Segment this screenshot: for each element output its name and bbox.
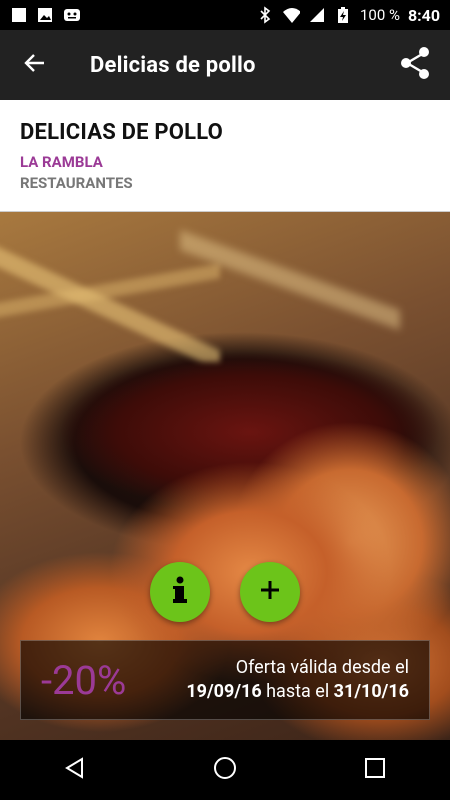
offer-between: hasta el — [261, 681, 334, 702]
share-icon — [399, 46, 431, 84]
app-bar-title: Delicias de pollo — [90, 52, 256, 78]
info-icon — [168, 575, 192, 609]
square-recents-icon — [364, 757, 386, 783]
offer-from-date: 19/09/16 — [186, 681, 262, 702]
back-button[interactable] — [0, 30, 70, 100]
discount-value: -20% — [41, 656, 127, 704]
offer-validity: Oferta válida desde el 19/09/16 hasta el… — [161, 656, 409, 704]
plus-icon — [259, 579, 281, 605]
offer-to-date: 31/10/16 — [333, 681, 409, 702]
status-bar: 100 % 8:40 — [0, 0, 450, 30]
fries-decoration-2 — [180, 212, 400, 332]
notification-square-icon — [10, 6, 28, 24]
android-icon — [62, 6, 80, 24]
nav-back-button[interactable] — [45, 740, 105, 800]
signal-icon — [308, 6, 326, 24]
nav-recents-button[interactable] — [345, 740, 405, 800]
add-button[interactable] — [240, 562, 300, 622]
arrow-left-icon — [23, 51, 47, 79]
app-bar: Delicias de pollo — [0, 30, 450, 100]
offer-validity-line2: 19/09/16 hasta el 31/10/16 — [161, 680, 409, 704]
bluetooth-icon — [256, 6, 274, 24]
battery-charging-icon — [334, 6, 352, 24]
battery-percent: 100 % — [359, 6, 400, 24]
nav-home-button[interactable] — [195, 740, 255, 800]
share-button[interactable] — [380, 30, 450, 100]
deal-place-link[interactable]: LA RAMBLA — [20, 153, 430, 171]
clock: 8:40 — [407, 5, 440, 25]
wifi-icon — [282, 6, 300, 24]
offer-validity-line1: Oferta válida desde el — [235, 657, 409, 678]
offer-banner: -20% Oferta válida desde el 19/09/16 has… — [20, 640, 430, 720]
info-button[interactable] — [150, 562, 210, 622]
status-left — [10, 6, 80, 24]
status-right: 100 % 8:40 — [256, 6, 440, 25]
system-nav-bar — [0, 740, 450, 800]
circle-home-icon — [212, 755, 238, 785]
deal-category: RESTAURANTES — [20, 174, 133, 192]
image-icon — [36, 6, 54, 24]
deal-header: DELICIAS DE POLLO LA RAMBLA RESTAURANTES — [0, 100, 450, 212]
triangle-back-icon — [63, 756, 87, 784]
deal-name: DELICIAS DE POLLO — [20, 120, 223, 145]
